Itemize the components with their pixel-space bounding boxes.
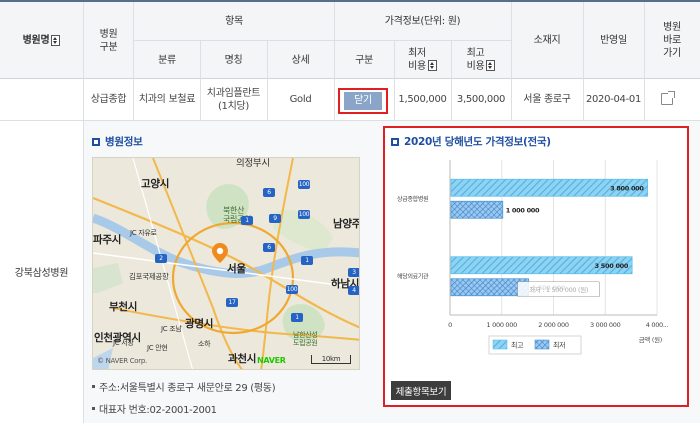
header-max-cost-label: 최고 비용 (466, 48, 485, 72)
chart-area: 0 1 000 000 2 000 000 3 000 000 4 000... 상급종합… (395, 155, 682, 370)
road-badge: 4 (348, 286, 359, 295)
chart-tooltip-text: 최저 : 1 500 000 (원) (529, 285, 588, 294)
external-link-icon[interactable] (661, 91, 675, 105)
map-label: 남양주시 (333, 218, 359, 230)
map-credits: © NAVER Corp. (97, 357, 147, 365)
x-axis-label: 금액 (원) (639, 335, 662, 344)
header-price-type: 구분 (355, 54, 373, 66)
map-label: 광명시 (185, 318, 214, 330)
min-cost-cell: 1,500,000 (398, 94, 447, 105)
map-label: 김포국제공항 (129, 272, 169, 281)
section-square-icon (391, 137, 399, 146)
header-item-name: 명칭 (224, 54, 243, 66)
map-label: 파주시 (93, 234, 122, 246)
header-price-group: 가격정보(단위: 원) (384, 15, 461, 27)
map-label: 부천시 (109, 301, 138, 313)
x-tick-label: 3 000 000 (590, 321, 621, 329)
item-name-cell: 치과임플란트 (1치당) (206, 87, 261, 112)
map-label: 소하 (198, 340, 211, 348)
road-badge: 1 (291, 313, 303, 322)
phone-text: 대표자 번호:02-2001-2001 (99, 405, 217, 416)
header-category: 분류 (158, 54, 176, 66)
legend-label-min: 최저 (553, 341, 565, 350)
road-badge: 100 (298, 180, 310, 189)
category-label: 해당의료기관 (397, 272, 429, 280)
map-label: 의정부시 (236, 158, 270, 169)
sort-icon[interactable] (486, 60, 496, 71)
header-min-cost-label: 최저 비용 (408, 48, 426, 72)
road-badge: 100 (286, 285, 298, 294)
updated-cell: 2020-04-01 (585, 94, 642, 105)
bar-value-label: 3 500 000 (595, 262, 629, 270)
header-shortcut: 병원 바로 가기 (663, 22, 681, 59)
bar-chart: 0 1 000 000 2 000 000 3 000 000 4 000... 상급종합… (397, 160, 669, 355)
road-badge: 9 (269, 214, 281, 223)
map-label: 서울 (227, 263, 246, 275)
bullet-icon (92, 407, 95, 410)
map-pin-icon[interactable] (212, 243, 228, 263)
hospital-map[interactable]: 의정부시 북한산 국립공원 고양시 파주시 JC 자유로 남양주시 서울 김포국… (92, 157, 360, 370)
hospital-info-title-label: 병원정보 (105, 136, 143, 148)
map-label: JC 자유로 (130, 229, 157, 237)
x-tick-label: 1 000 000 (487, 321, 518, 329)
max-cost-cell: 3,500,000 (456, 94, 506, 105)
legend-label-max: 최고 (511, 341, 524, 350)
header-location: 소재지 (533, 35, 561, 46)
road-badge: 6 (263, 188, 275, 197)
naver-logo: NAVER (257, 356, 286, 365)
close-button-label: 닫기 (344, 92, 382, 110)
header-hospital-type: 병원 구분 (99, 28, 118, 53)
price-chart-title: 2020년 당해년도 가격정보(전국) (391, 134, 551, 149)
x-tick-label: 2 000 000 (538, 321, 569, 329)
x-tick-label: 0 (448, 321, 452, 329)
road-badge: 100 (298, 210, 310, 219)
map-label: JC 서창 (113, 339, 134, 347)
bar-value-label: 3 800 000 (610, 184, 644, 192)
legend-swatch-max (492, 339, 508, 350)
category-cell: 치과의 보철료 (138, 94, 196, 105)
header-updated: 반영일 (600, 35, 627, 46)
address-line: 주소:서울특별시 종로구 새문안로 29 (평동) (92, 379, 276, 394)
map-scale: 10km (311, 355, 351, 364)
map-label: JC 조남 (161, 325, 182, 333)
road-badge: 1 (241, 216, 253, 225)
hospital-name-cell: 강북삼성병원 (14, 267, 69, 279)
header-hospital-name[interactable]: 병원명 (0, 2, 83, 79)
hospital-info-title: 병원정보 (92, 134, 143, 149)
header-min-cost[interactable]: 최저 비용 (394, 41, 451, 79)
header-detail: 상세 (291, 54, 310, 66)
map-label: JC 안현 (147, 344, 168, 352)
bar-value-label: 1 000 000 (506, 206, 540, 214)
category-label: 상급종합병원 (397, 195, 428, 203)
legend-swatch-min (534, 339, 550, 350)
road-badge: 17 (226, 298, 238, 307)
road-badge: 6 (263, 243, 275, 252)
road-badge: 3 (348, 268, 359, 277)
submitted-items-button[interactable]: 제출항목보기 (391, 381, 451, 400)
x-tick-label: 4 000... (646, 321, 669, 329)
detail-cell: Gold (289, 94, 312, 105)
map-label: 남한산성 도립공원 (293, 331, 318, 347)
road-badge: 2 (155, 254, 167, 263)
bullet-icon (92, 385, 95, 388)
header-max-cost[interactable]: 최고 비용 (451, 41, 511, 79)
sort-icon[interactable] (51, 35, 61, 46)
price-chart-title-label: 2020년 당해년도 가격정보(전국) (404, 136, 551, 148)
bar[interactable] (450, 278, 530, 297)
address-text: 주소:서울특별시 종로구 새문안로 29 (평동) (99, 383, 276, 394)
price-table: 병원명 병원 구분 항목 분류 명칭 상세 가격정보(단위: 원) 구분 최저 … (0, 0, 700, 423)
header-items-group: 항목 (225, 15, 243, 27)
header-hospital-name-label: 병원명 (22, 35, 50, 46)
phone-line: 대표자 번호:02-2001-2001 (92, 401, 217, 416)
map-label: 고양시 (141, 178, 170, 190)
hospital-type-cell: 상급종합 (90, 94, 127, 105)
location-cell: 서울 종로구 (523, 94, 571, 105)
sort-icon[interactable] (427, 60, 437, 71)
map-label: 과천시 (228, 353, 257, 365)
section-square-icon (92, 137, 100, 146)
close-button[interactable]: 닫기 (338, 88, 388, 114)
road-badge: 1 (301, 256, 313, 265)
bar[interactable] (450, 200, 504, 219)
